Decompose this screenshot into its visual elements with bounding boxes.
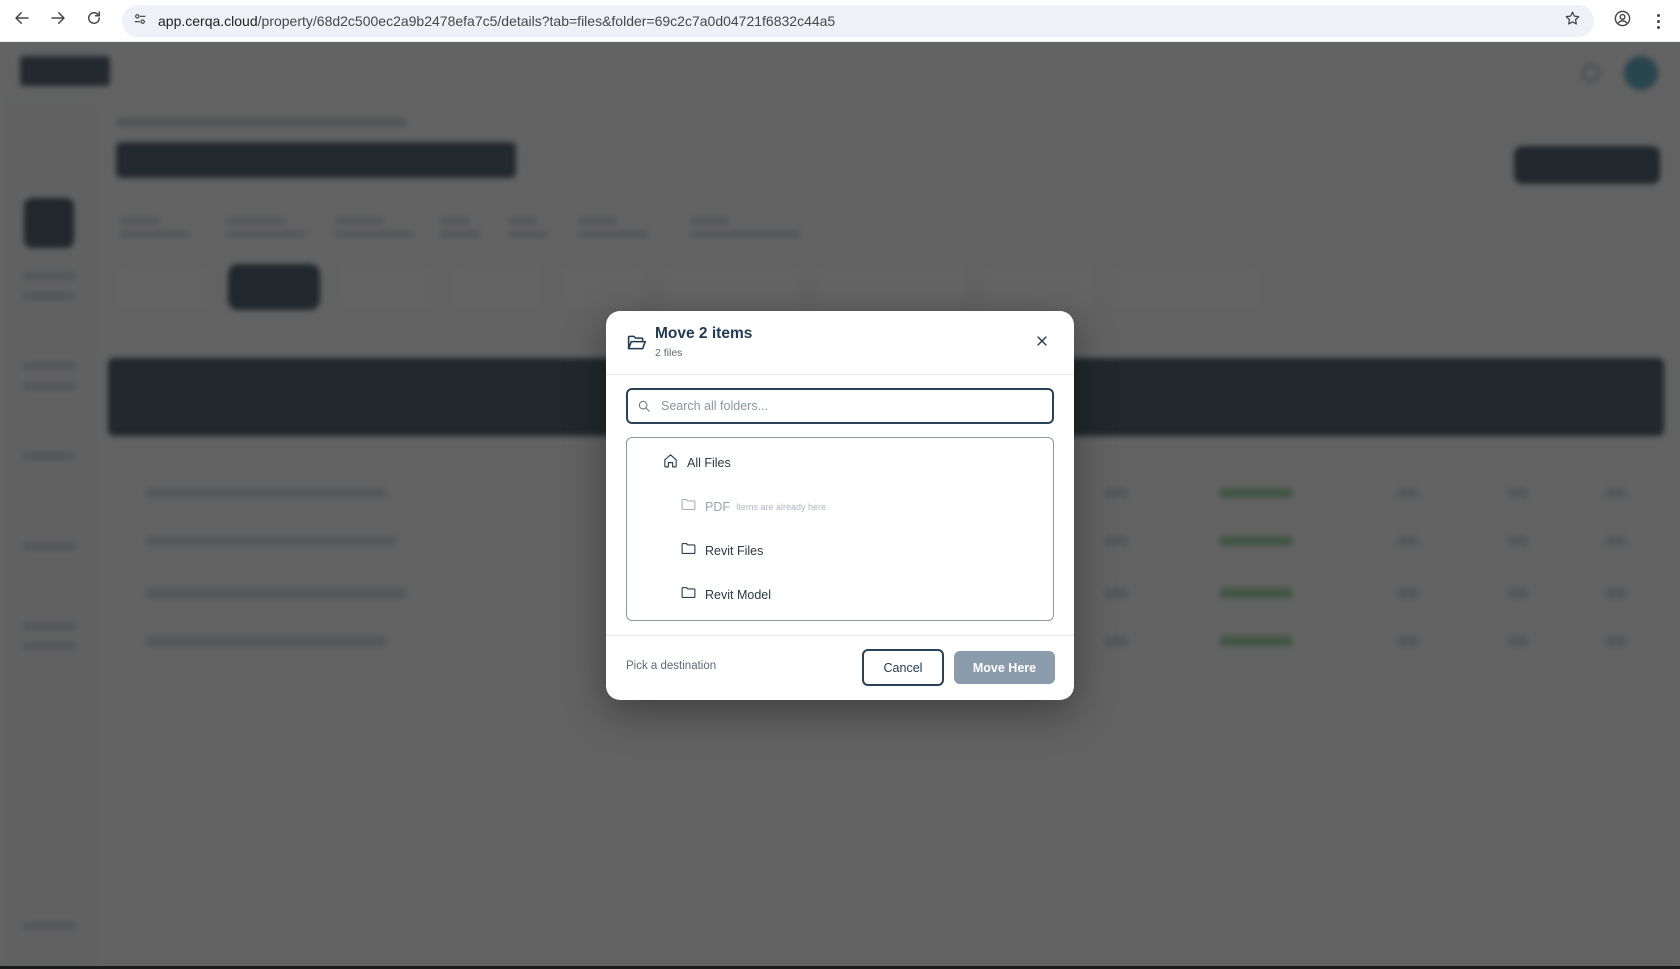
cancel-button[interactable]: Cancel	[862, 649, 944, 686]
destination-hint: Pick a destination	[626, 660, 717, 672]
move-items-dialog: Move 2 items 2 files All Files PDF Items…	[606, 311, 1074, 700]
home-icon	[662, 452, 679, 474]
tree-item-label: PDF	[705, 500, 730, 514]
folder-tree-root[interactable]: All Files	[662, 448, 731, 478]
folder-search	[626, 388, 1054, 424]
star-icon	[1564, 10, 1581, 32]
dialog-title: Move 2 items	[655, 325, 753, 342]
move-here-button[interactable]: Move Here	[954, 651, 1055, 684]
tree-item-label: Revit Files	[705, 544, 764, 558]
arrow-left-icon	[13, 9, 31, 32]
search-input[interactable]	[661, 399, 1041, 413]
dialog-header: Move 2 items 2 files	[606, 311, 1074, 375]
url-text[interactable]: app.cerqa.cloud/property/68d2c500ec2a9b2…	[158, 13, 835, 29]
tune-icon	[132, 11, 148, 32]
arrow-right-icon	[49, 9, 67, 32]
site-info-button[interactable]	[128, 9, 152, 33]
folder-icon	[680, 496, 697, 518]
folder-open-icon	[626, 332, 647, 353]
close-icon	[1034, 333, 1050, 354]
address-bar[interactable]: app.cerqa.cloud/property/68d2c500ec2a9b2…	[122, 5, 1594, 37]
reload-icon	[85, 9, 103, 32]
dialog-footer: Pick a destination Cancel Move Here	[606, 635, 1074, 700]
back-button[interactable]	[8, 6, 36, 34]
folder-tree: All Files PDF Items are already here Rev…	[626, 437, 1054, 621]
folder-item-revit-files[interactable]: Revit Files	[680, 536, 763, 566]
forward-button[interactable]	[44, 6, 72, 34]
tree-item-label: Revit Model	[705, 588, 771, 602]
bookmark-button[interactable]	[1560, 9, 1584, 33]
already-here-note: Items are already here	[736, 502, 827, 512]
url-host: app.cerqa.cloud	[158, 13, 258, 29]
search-icon	[637, 399, 651, 413]
browser-menu-button[interactable]	[1644, 7, 1672, 35]
close-button[interactable]	[1030, 331, 1054, 355]
url-path: /property/68d2c500ec2a9b2478efa7c5/detai…	[257, 13, 836, 29]
reload-button[interactable]	[80, 6, 108, 34]
account-circle-icon	[1613, 9, 1632, 33]
browser-toolbar: app.cerqa.cloud/property/68d2c500ec2a9b2…	[0, 0, 1680, 42]
dialog-subtitle: 2 files	[655, 347, 683, 359]
folder-icon	[680, 584, 697, 606]
folder-item-pdf: PDF Items are already here	[680, 492, 826, 522]
folder-item-revit-model[interactable]: Revit Model	[680, 580, 771, 610]
folder-icon	[680, 540, 697, 562]
profile-button[interactable]	[1608, 7, 1636, 35]
tree-item-label: All Files	[687, 456, 731, 470]
kebab-menu-icon	[1656, 12, 1660, 30]
